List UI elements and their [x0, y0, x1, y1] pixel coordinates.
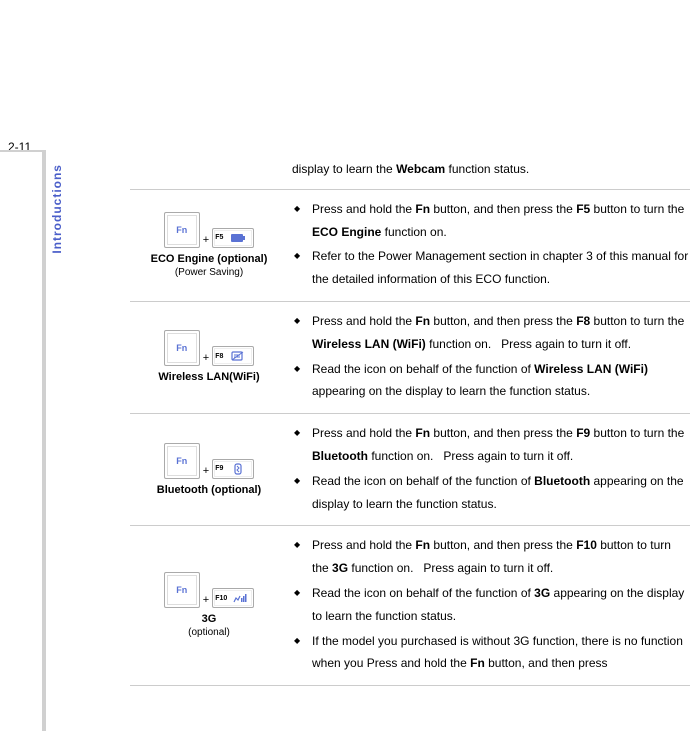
- header-fragment-text: display to learn the Webcam function sta…: [288, 158, 690, 181]
- key-title: Bluetooth (optional): [157, 483, 261, 497]
- description-column: Press and hold the Fn button, and then p…: [288, 534, 690, 677]
- fn-key-icon: Fn: [164, 443, 200, 479]
- fx-key-icon: F10: [212, 588, 254, 608]
- keys-line: Fn + F10: [164, 572, 254, 608]
- wifi-icon: [225, 350, 251, 362]
- bullet-item: Read the icon on behalf of the function …: [306, 358, 690, 404]
- fx-key-label: F8: [215, 353, 223, 360]
- side-rail: [42, 150, 46, 731]
- fx-key-icon: F8: [212, 346, 254, 366]
- eco-icon: [225, 232, 251, 244]
- plus-sign: +: [203, 352, 209, 364]
- content-table: display to learn the Webcam function sta…: [130, 158, 690, 686]
- function-row: Fn + F10 3G(optional) Press and hold the Fn …: [130, 526, 690, 686]
- key-column: Fn + F5 ECO Engine (optional)(Power Saving): [130, 198, 288, 293]
- bullet-list: Press and hold the Fn button, and then p…: [292, 534, 690, 675]
- bullet-item: Press and hold the Fn button, and then p…: [306, 422, 690, 468]
- bullet-item: If the model you purchased is without 3G…: [306, 630, 690, 676]
- top-rule: [0, 150, 42, 152]
- bullet-item: Refer to the Power Management section in…: [306, 245, 690, 291]
- fx-key-icon: F5: [212, 228, 254, 248]
- bullet-item: Press and hold the Fn button, and then p…: [306, 310, 690, 356]
- fn-key-icon: Fn: [164, 330, 200, 366]
- key-col-empty: [130, 158, 288, 181]
- fn-key-label: Fn: [176, 456, 187, 466]
- description-column: Press and hold the Fn button, and then p…: [288, 198, 690, 293]
- key-column: Fn + F9 Bluetooth (optional): [130, 422, 288, 517]
- key-column: Fn + F10 3G(optional): [130, 534, 288, 677]
- bullet-list: Press and hold the Fn button, and then p…: [292, 310, 690, 403]
- side-tab-label: Introductions: [50, 164, 64, 254]
- fn-key-icon: Fn: [164, 212, 200, 248]
- fn-key-label: Fn: [176, 343, 187, 353]
- fx-key-label: F9: [215, 465, 223, 472]
- bullet-item: Read the icon on behalf of the function …: [306, 470, 690, 516]
- key-title: 3G: [202, 612, 217, 626]
- key-column: Fn + F8 Wireless LAN(WiFi): [130, 310, 288, 405]
- plus-sign: +: [203, 234, 209, 246]
- fn-key-label: Fn: [176, 225, 187, 235]
- header-fragment-row: display to learn the Webcam function sta…: [130, 158, 690, 190]
- function-row: Fn + F5 ECO Engine (optional)(Power Saving)…: [130, 190, 690, 302]
- bullet-item: Read the icon on behalf of the function …: [306, 582, 690, 628]
- bullet-item: Press and hold the Fn button, and then p…: [306, 534, 690, 580]
- keys-line: Fn + F5: [164, 212, 254, 248]
- key-title: ECO Engine (optional): [151, 252, 268, 266]
- fx-key-label: F5: [215, 234, 223, 241]
- bullet-list: Press and hold the Fn button, and then p…: [292, 422, 690, 515]
- key-subtitle: (Power Saving): [175, 266, 243, 279]
- fn-key-icon: Fn: [164, 572, 200, 608]
- key-title: Wireless LAN(WiFi): [158, 370, 259, 384]
- bluetooth-icon: [225, 463, 251, 475]
- description-column: Press and hold the Fn button, and then p…: [288, 310, 690, 405]
- function-row: Fn + F8 Wireless LAN(WiFi) Press and hold th…: [130, 302, 690, 414]
- bullet-item: Press and hold the Fn button, and then p…: [306, 198, 690, 244]
- bullet-list: Press and hold the Fn button, and then p…: [292, 198, 690, 291]
- function-row: Fn + F9 Bluetooth (optional) Press and hold …: [130, 414, 690, 526]
- keys-line: Fn + F9: [164, 443, 254, 479]
- keys-line: Fn + F8: [164, 330, 254, 366]
- fx-key-icon: F9: [212, 459, 254, 479]
- description-column: Press and hold the Fn button, and then p…: [288, 422, 690, 517]
- fx-key-label: F10: [215, 595, 227, 602]
- fn-key-label: Fn: [176, 585, 187, 595]
- plus-sign: +: [203, 594, 209, 606]
- 3g-icon: [229, 592, 251, 604]
- plus-sign: +: [203, 465, 209, 477]
- key-subtitle: (optional): [188, 626, 230, 639]
